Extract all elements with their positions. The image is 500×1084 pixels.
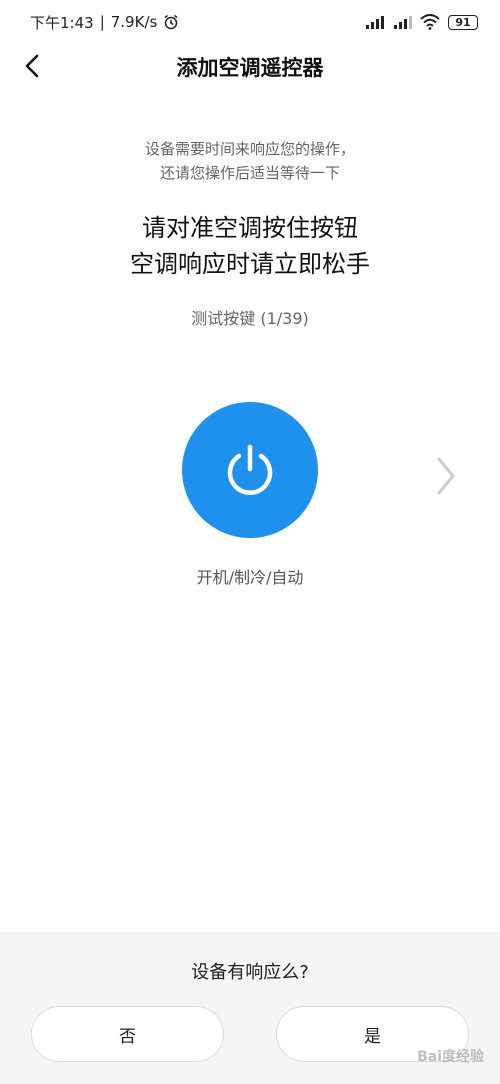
power-button[interactable] [182,402,318,538]
watermark: Bai度经验 [417,1049,484,1065]
status-bar: 下午1:43 | 7.9K/s 91 [0,0,500,44]
battery-indicator: 91 [448,14,478,30]
hint-line-2: 还请您操作后适当等待一下 [159,164,340,182]
hint-text: 设备需要时间来响应您的操作， 还请您操作后适当等待一下 [0,137,500,185]
test-key-counter: 测试按键 (1/39) [191,309,309,328]
status-net-speed: 7.9K/s [110,13,158,31]
hint-line-1: 设备需要时间来响应您的操作， [144,140,355,158]
page-title: 添加空调遥控器 [176,56,324,80]
no-button[interactable]: 否 [31,1006,224,1062]
signal-hd-icon [364,14,384,30]
wifi-icon [420,14,440,30]
next-key-button[interactable] [428,452,464,500]
header: 添加空调遥控器 [0,44,500,88]
instruction-line-1: 请对准空调按住按钮 [142,214,358,242]
response-question: 设备有响应么? [191,962,309,983]
instruction-line-2: 空调响应时请立即松手 [130,250,370,278]
response-panel: 设备有响应么? 否 是 Bai度经验 [0,932,500,1084]
signal-icon [392,14,412,30]
status-time: 下午1:43 [30,13,94,32]
instruction-text: 请对准空调按住按钮 空调响应时请立即松手 [0,210,500,282]
chevron-right-icon [437,457,455,495]
status-right: 91 [364,14,478,30]
alarm-icon [163,14,179,30]
key-label: 开机/制冷/自动 [196,568,304,587]
screen: 下午1:43 | 7.9K/s 91 添加空调遥控器 设备需要时间来响应您的操作… [0,0,500,1084]
power-icon [227,444,273,495]
status-left: 下午1:43 | 7.9K/s [30,12,179,33]
status-divider: | [99,13,105,31]
